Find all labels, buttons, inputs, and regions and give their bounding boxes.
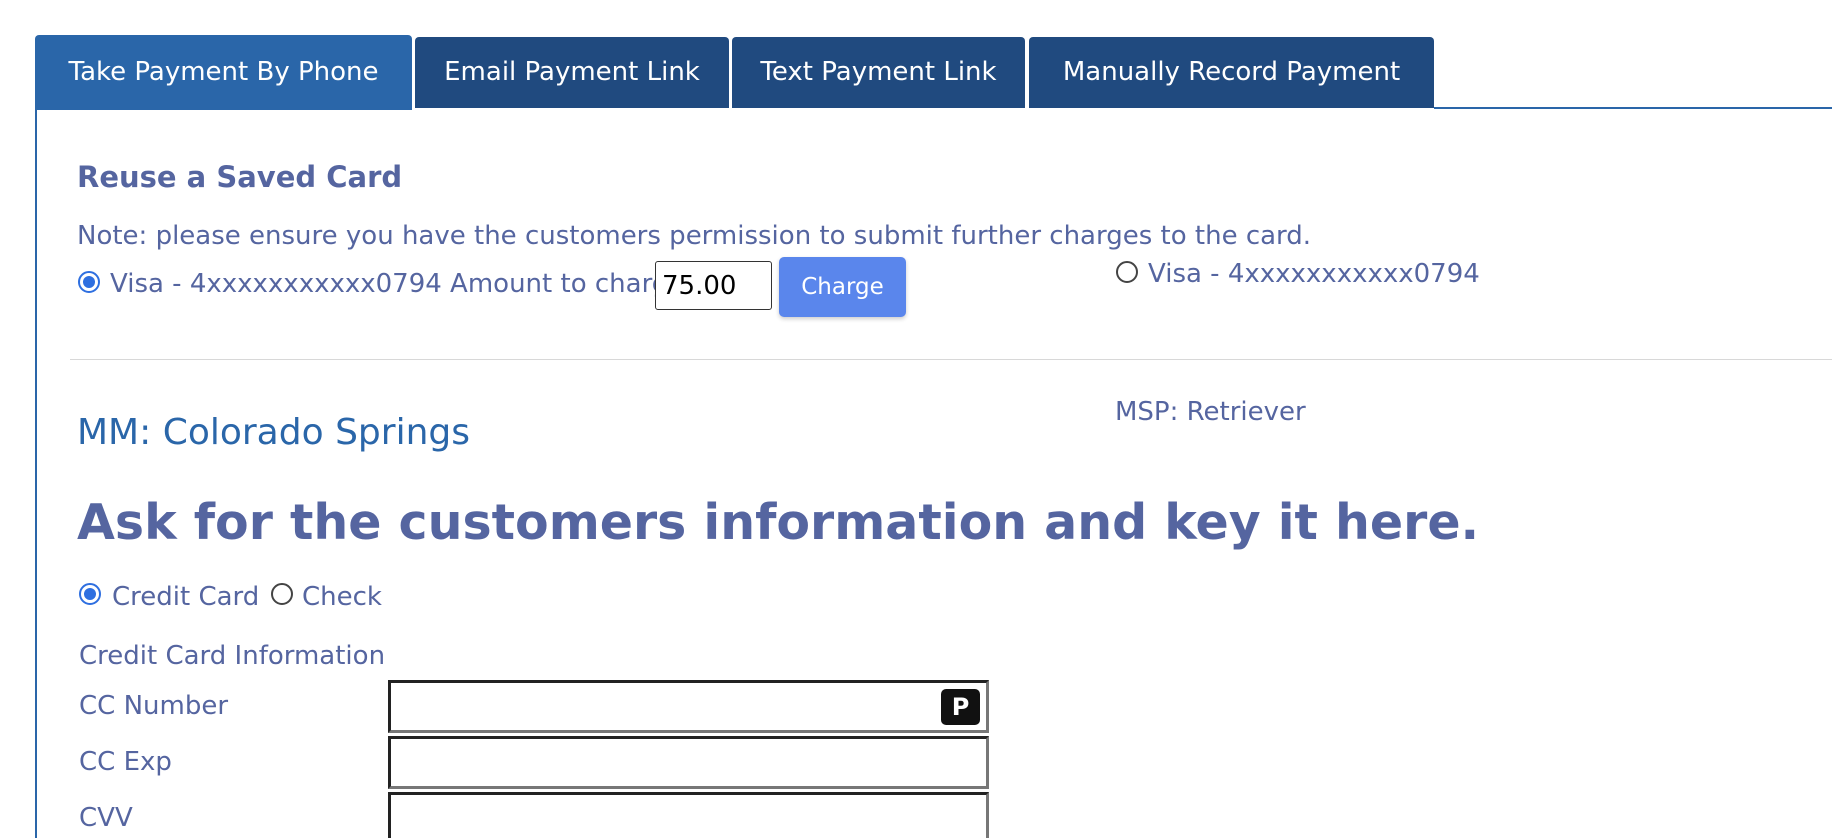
- tab-manually-record-payment[interactable]: Manually Record Payment: [1029, 37, 1434, 108]
- cvv-label: CVV: [79, 803, 133, 833]
- amount-to-charge-input[interactable]: [655, 261, 772, 310]
- cc-number-input[interactable]: P: [388, 680, 989, 733]
- cvv-input[interactable]: [388, 792, 989, 838]
- tab-email-payment-link[interactable]: Email Payment Link: [415, 37, 729, 108]
- cc-exp-input[interactable]: [388, 736, 989, 789]
- saved-card-note: Note: please ensure you have the custome…: [77, 221, 1312, 251]
- cc-exp-label: CC Exp: [79, 747, 172, 777]
- section-divider: [70, 359, 1832, 360]
- saved-card-title: Reuse a Saved Card: [77, 160, 403, 194]
- password-manager-icon[interactable]: P: [941, 689, 980, 725]
- msp-label: MSP: Retriever: [1115, 397, 1306, 427]
- saved-card-1-radio[interactable]: [78, 271, 100, 293]
- cc-number-label: CC Number: [79, 691, 229, 721]
- credit-card-info-label: Credit Card Information: [79, 641, 386, 671]
- page-heading: Ask for the customers information and ke…: [77, 494, 1480, 551]
- credit-card-radio[interactable]: [79, 583, 101, 605]
- charge-button[interactable]: Charge: [779, 257, 906, 317]
- saved-card-2-radio[interactable]: [1116, 261, 1138, 283]
- check-radio[interactable]: [271, 583, 293, 605]
- location-name: MM: Colorado Springs: [77, 412, 470, 453]
- tab-text-payment-link[interactable]: Text Payment Link: [732, 37, 1025, 108]
- saved-card-2-label: Visa - 4xxxxxxxxxxx0794: [1148, 259, 1480, 289]
- credit-card-label: Credit Card: [112, 582, 260, 612]
- tab-take-payment-by-phone[interactable]: Take Payment By Phone: [35, 35, 412, 110]
- payment-tabs: Take Payment By Phone Email Payment Link…: [0, 0, 1832, 110]
- saved-card-1-label: Visa - 4xxxxxxxxxxx0794 Amount to charge: [110, 269, 685, 299]
- check-label: Check: [302, 582, 382, 612]
